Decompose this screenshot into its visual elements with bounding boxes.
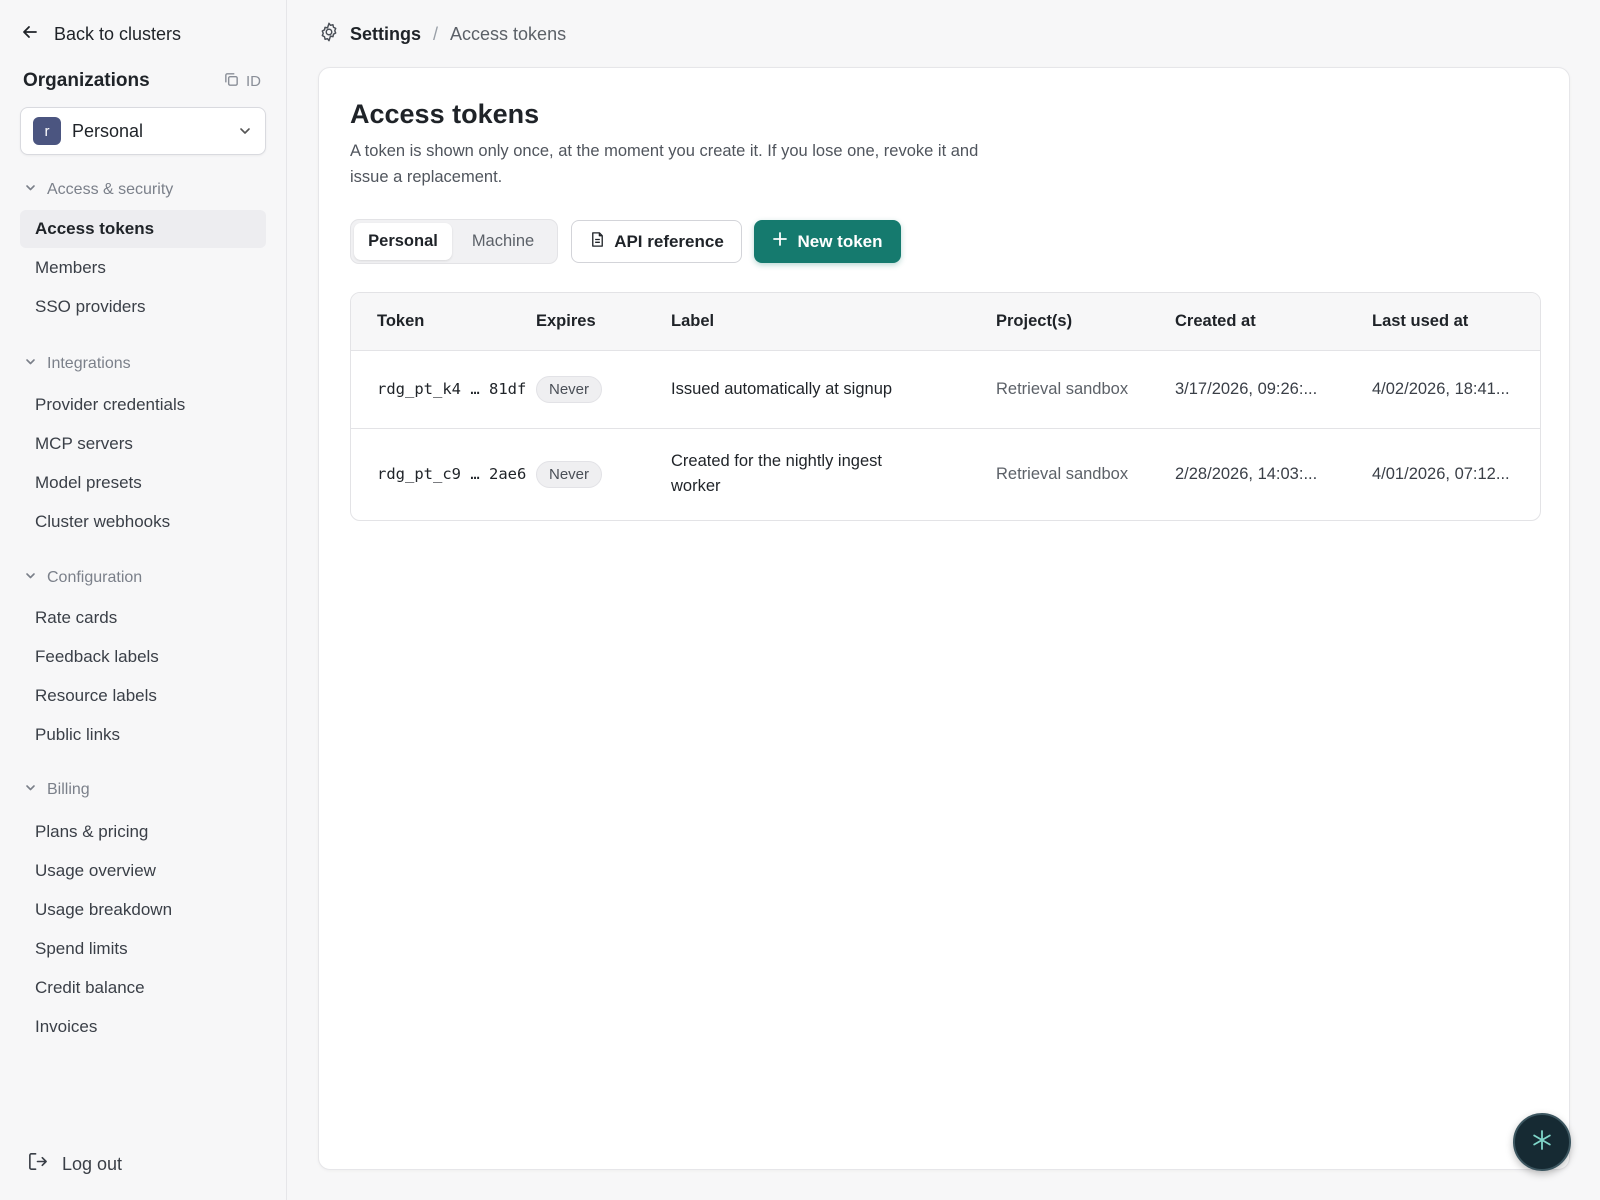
label-cell: Issued automatically at signup [671,379,893,398]
sidebar-item-model-presets[interactable]: Model presets [20,464,266,502]
section-toggle-access-security[interactable]: Access & security [20,178,266,202]
section-title: Billing [47,781,90,798]
breadcrumb-current: Access tokens [450,23,567,44]
column-header-label: Label [645,293,970,351]
page-description: A token is shown only once, at the momen… [350,142,979,186]
organization-select[interactable]: r Personal [20,107,266,155]
org-id-label: ID [246,72,261,90]
nav-section-configuration: Configuration Rate cards Feedback labels… [20,566,266,754]
section-toggle-billing[interactable]: Billing [20,778,266,802]
sidebar: Back to clusters Organizations ID r Pers… [0,0,287,1200]
last-used-cell: 4/02/2026, 18:41... [1372,379,1510,398]
page-title: Access tokens [350,99,540,129]
plus-icon [772,231,788,252]
nav-section-billing: Billing Plans & pricing Usage overview U… [20,778,266,1046]
sidebar-item-cluster-webhooks[interactable]: Cluster webhooks [20,503,266,541]
organizations-title: Organizations [23,70,150,91]
breadcrumb-separator: / [433,23,439,44]
main-card: Access tokens A token is shown only once… [318,67,1570,1170]
nav-section-access-security: Access & security Access tokens Members … [20,178,266,326]
breadcrumb-settings-link[interactable]: Settings [350,24,421,45]
sidebar-item-spend-limits[interactable]: Spend limits [20,930,266,968]
chevron-down-icon [237,123,253,139]
new-token-button[interactable]: New token [754,220,901,263]
created-at-cell: 3/17/2026, 09:26:... [1175,379,1318,398]
sidebar-item-usage-overview[interactable]: Usage overview [20,852,266,890]
column-header-projects: Project(s) [970,293,1149,351]
table-header-row: Token Expires Label Project(s) Created a… [351,293,1540,351]
document-icon [589,231,606,253]
back-to-clusters-link[interactable]: Back to clusters [20,20,181,48]
sidebar-item-public-links[interactable]: Public links [20,716,266,754]
section-title: Access & security [47,181,174,198]
logout-label: Log out [62,1153,123,1174]
expires-cell: Never [536,428,645,520]
column-header-created-at: Created at [1149,293,1346,351]
sidebar-item-access-tokens[interactable]: Access tokens [20,210,266,248]
sidebar-item-usage-breakdown[interactable]: Usage breakdown [20,891,266,929]
chevron-down-icon [24,181,37,199]
expires-badge: Never [536,375,603,403]
sparkle-icon [1530,1128,1554,1157]
chevron-down-icon [24,569,37,587]
token-type-tabs: Personal Machine [350,219,558,264]
sidebar-item-rate-cards[interactable]: Rate cards [20,599,266,637]
project-cell: Retrieval sandbox [996,379,1129,398]
breadcrumb: Settings / Access tokens [318,20,566,48]
expires-cell: Never [536,350,645,428]
section-toggle-integrations[interactable]: Integrations [20,352,266,376]
sidebar-item-plans-pricing[interactable]: Plans & pricing [20,813,266,851]
chevron-down-icon [24,781,37,799]
sidebar-item-mcp-servers[interactable]: MCP servers [20,425,266,463]
sidebar-item-provider-credentials[interactable]: Provider credentials [20,386,266,424]
column-header-expires: Expires [536,293,645,351]
table-row[interactable]: rdg_pt_k4 … 81df Never Issued automatica… [351,350,1540,428]
copy-icon [223,71,240,92]
chevron-down-icon [24,355,37,373]
table-row[interactable]: rdg_pt_c9 … 2ae6 Never Created for the n… [351,428,1540,520]
back-label: Back to clusters [54,23,182,44]
section-title: Configuration [47,569,143,586]
org-name: Personal [72,120,144,141]
logout-button[interactable]: Log out [27,1150,122,1178]
organizations-header: Organizations ID [23,70,261,92]
last-used-cell: 4/01/2026, 07:12... [1372,464,1510,483]
column-header-last-used-at: Last used at [1346,293,1540,351]
org-avatar: r [33,117,61,145]
project-cell: Retrieval sandbox [996,464,1129,483]
section-toggle-configuration[interactable]: Configuration [20,566,266,590]
api-reference-label: API reference [614,231,724,251]
copy-org-id-button[interactable]: ID [223,71,261,92]
new-token-label: New token [797,231,883,251]
logout-icon [27,1151,48,1177]
sidebar-item-members[interactable]: Members [20,249,266,287]
tab-machine[interactable]: Machine [452,223,554,260]
sidebar-item-feedback-labels[interactable]: Feedback labels [20,638,266,676]
assistant-button[interactable] [1513,1113,1571,1171]
arrow-left-icon [20,22,40,47]
tab-personal[interactable]: Personal [354,223,452,260]
sidebar-item-invoices[interactable]: Invoices [20,1008,266,1046]
column-header-token: Token [351,293,536,351]
api-reference-button[interactable]: API reference [571,220,742,263]
sidebar-item-credit-balance[interactable]: Credit balance [20,969,266,1007]
gear-icon [318,21,340,48]
nav-section-integrations: Integrations Provider credentials MCP se… [20,352,266,541]
expires-badge: Never [536,460,603,488]
token-cell: rdg_pt_c9 … 2ae6 [377,465,527,484]
sidebar-item-resource-labels[interactable]: Resource labels [20,677,266,715]
created-at-cell: 2/28/2026, 14:03:... [1175,464,1318,483]
label-cell: Created for the nightly ingest worker [671,452,882,496]
section-title: Integrations [47,355,131,372]
tokens-table: Token Expires Label Project(s) Created a… [350,292,1541,521]
sidebar-item-sso-providers[interactable]: SSO providers [20,288,266,326]
token-cell: rdg_pt_k4 … 81df [377,380,527,398]
